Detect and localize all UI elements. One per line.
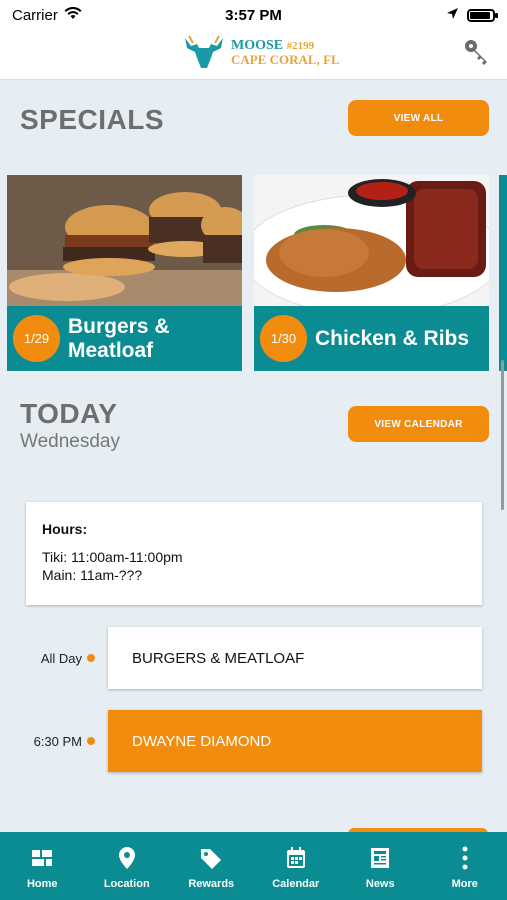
next-card-peek xyxy=(499,175,507,371)
tab-label: Location xyxy=(103,878,150,890)
tab-location[interactable]: Location xyxy=(87,846,167,900)
tab-more[interactable]: More xyxy=(425,846,505,900)
tab-label: Home xyxy=(26,878,58,890)
home-grid-icon xyxy=(32,850,53,866)
wifi-icon xyxy=(64,6,82,24)
carrier-label: Carrier xyxy=(12,6,58,24)
logo-title: MOOSE xyxy=(231,37,284,53)
event-dot xyxy=(87,654,95,662)
moose-icon xyxy=(185,35,223,68)
event-item[interactable]: DWAYNE DIAMOND xyxy=(108,710,482,772)
today-title: TODAY xyxy=(20,398,118,429)
calendar-icon xyxy=(286,847,305,868)
hours-main: Main: 11am-??? xyxy=(42,567,143,583)
date-badge: 1/30 xyxy=(260,315,307,362)
event-time: All Day xyxy=(40,651,82,666)
tab-label: Calendar xyxy=(272,878,320,890)
hours-card: Hours: Tiki: 11:00am-11:00pm Main: 11am-… xyxy=(26,502,482,605)
card-title: Chicken & Ribs xyxy=(315,326,470,350)
location-arrow-icon xyxy=(446,7,459,24)
tag-icon xyxy=(201,849,222,869)
map-pin-icon xyxy=(118,847,135,869)
view-all-button[interactable]: VIEW ALL xyxy=(348,100,489,136)
view-calendar-button[interactable]: VIEW CALENDAR xyxy=(348,406,489,442)
status-bar: Carrier 3:57 PM xyxy=(0,0,507,30)
today-day: Wednesday xyxy=(20,431,120,452)
battery-icon xyxy=(467,8,498,22)
moose-logo: MOOSE #2199 CAPE CORAL, FL xyxy=(183,34,340,70)
event-dot xyxy=(87,737,95,745)
more-dots-icon xyxy=(462,846,468,870)
specials-title: SPECIALS xyxy=(20,104,165,135)
tab-bar: Home Location Rewards Calendar News More xyxy=(0,832,507,900)
tab-label: Rewards xyxy=(188,878,235,890)
tab-calendar[interactable]: Calendar xyxy=(256,846,336,900)
scrollbar[interactable] xyxy=(501,360,504,510)
logo-number: #2199 xyxy=(286,39,315,52)
tab-rewards[interactable]: Rewards xyxy=(171,846,251,900)
card-title: Burgers & Meatloaf xyxy=(68,314,170,362)
tab-label: More xyxy=(451,878,478,890)
tab-label: News xyxy=(365,878,395,890)
newspaper-icon xyxy=(371,848,390,868)
event-item[interactable]: BURGERS & MEATLOAF xyxy=(108,627,482,689)
date-badge: 1/29 xyxy=(13,315,60,362)
chicken-image xyxy=(254,175,489,306)
hours-label: Hours: xyxy=(42,521,88,537)
burgers-image xyxy=(7,175,242,306)
logo-location: CAPE CORAL, FL xyxy=(231,51,340,67)
special-card-burgers[interactable]: 1/29 Burgers & Meatloaf xyxy=(7,175,242,371)
tab-home[interactable]: Home xyxy=(2,846,82,900)
app-header: MOOSE #2199 CAPE CORAL, FL xyxy=(0,30,507,80)
tab-news[interactable]: News xyxy=(340,846,420,900)
event-time: 6:30 PM xyxy=(33,734,82,749)
hours-tiki: Tiki: 11:00am-11:00pm xyxy=(42,549,183,565)
special-card-chicken[interactable]: 1/30 Chicken & Ribs xyxy=(254,175,489,371)
key-icon[interactable] xyxy=(463,38,491,71)
